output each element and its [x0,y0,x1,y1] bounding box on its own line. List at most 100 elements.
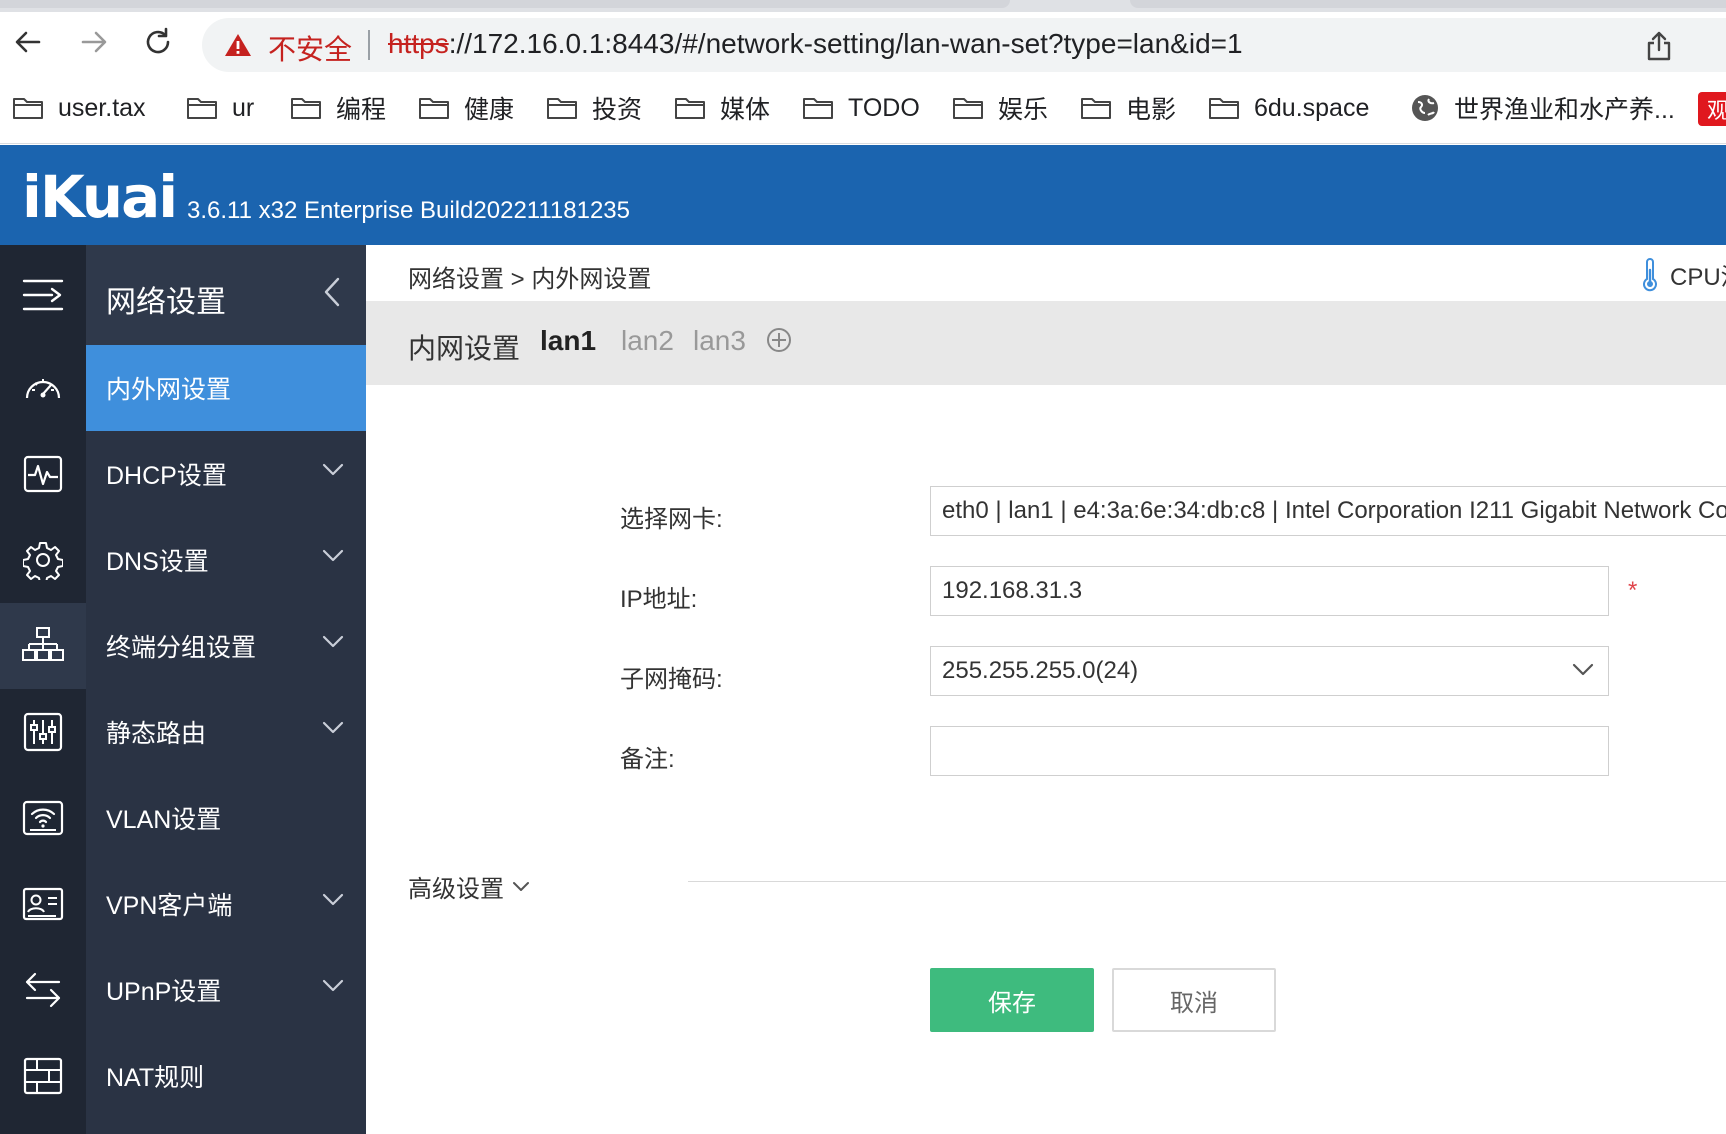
sidebar-item[interactable]: 终端分组设置 [86,603,366,689]
bookmark-item[interactable]: TODO [802,88,920,128]
sidebar-icon-dashboard-icon[interactable] [0,345,86,431]
sidebar-item-label: DHCP设置 [106,462,227,490]
bookmark-label: 世界渔业和水产养... [1454,96,1675,124]
ip-address-input[interactable]: 192.168.31.3 [930,566,1609,616]
bookmark-item[interactable]: 电影 [1080,88,1176,128]
breadcrumb: 网络设置 > 内外网设置 [408,266,652,293]
chevron-left-icon[interactable] [322,275,342,309]
sidebar-icon-wifi-box-icon[interactable] [0,775,86,861]
main-content: 网络设置 > 内外网设置 CPU温 内网设置 lan1 lan2 lan3 选择… [366,245,1726,1134]
sidebar-icon-pulse-monitor-icon[interactable] [0,431,86,517]
sidebar-item[interactable]: NAT规则 [86,1033,366,1119]
sidebar-item[interactable]: VPN客户端 [86,861,366,947]
sidebar-icon-grid-table-icon[interactable] [0,1033,86,1119]
ikuai-logo[interactable]: iKuai [22,163,178,231]
sidebar-title: 网络设置 [106,286,226,319]
bookmark-label: 健康 [464,96,515,124]
tabs-bar: 内网设置 lan1 lan2 lan3 [366,301,1726,385]
sidebar-item-label: 终端分组设置 [106,634,257,662]
sidebar-icon-transfer-arrows-icon[interactable] [0,947,86,1033]
grid-table-icon [23,1057,63,1095]
sidebar-icon-id-card-icon[interactable] [0,861,86,947]
address-bar[interactable]: 不安全 https://172.16.0.1:8443/#/network-se… [202,18,1726,72]
bookmark-label: 媒体 [720,96,771,124]
app-header: iKuai 3.6.11 x32 Enterprise Build2022111… [0,145,1726,245]
bookmark-item[interactable]: 媒体 [674,88,770,128]
security-status[interactable]: 不安全 [268,28,352,68]
remark-input[interactable] [930,726,1609,776]
bookmark-item[interactable]: ur [186,88,254,128]
back-button[interactable] [10,24,46,60]
dashboard-icon [25,379,61,399]
sidebar-item-label: VPN客户端 [106,892,233,920]
sidebar-icon-org-chart-icon[interactable] [0,603,86,689]
chevron-down-icon [322,463,344,476]
sidebar-icon-gear-icon[interactable] [0,517,86,603]
bookmark-favicon-item[interactable]: 观 [1698,92,1726,126]
bookmark-label: TODO [848,93,920,122]
bookmark-item[interactable]: user.tax [12,88,146,128]
sidebar-item[interactable]: DHCP设置 [86,431,366,517]
bookmark-label: ur [232,93,255,122]
sidebar-item[interactable]: DNS设置 [86,517,366,603]
version-text: 3.6.11 x32 Enterprise Build202211181235 [187,197,631,224]
sidebar-icon-sliders-icon[interactable] [0,689,86,775]
tab-lan3[interactable]: lan3 [693,325,746,357]
mask-value: 255.255.255.0(24) [942,657,1139,684]
chevron-down-icon [322,549,344,562]
warning-icon [225,34,251,56]
bookmark-item[interactable]: 健康 [418,88,514,128]
globe-icon [1412,95,1438,121]
divider [368,30,370,60]
url-text[interactable]: https://172.16.0.1:8443/#/network-settin… [388,28,1243,60]
subnet-mask-select[interactable]: 255.255.255.0(24) [930,646,1609,696]
nic-select[interactable]: eth0 | lan1 | e4:3a:6e:34:db:c8 | Intel … [930,486,1726,536]
required-mark: * [1628,577,1638,604]
cancel-button[interactable]: 取消 [1112,968,1276,1032]
sidebar-item[interactable]: 内外网设置 [86,345,366,431]
reload-button[interactable] [140,24,176,60]
chevron-down-icon [322,979,344,992]
breadcrumb-bar: 网络设置 > 内外网设置 CPU温 [366,245,1726,301]
save-button[interactable]: 保存 [930,968,1094,1032]
bookmark-item[interactable]: 编程 [290,88,386,128]
folder-icon [419,98,449,119]
sidebar-header: 网络设置 [86,245,366,345]
tab-lan1[interactable]: lan1 [540,325,596,357]
wifi-box-icon [22,800,64,836]
bookmark-item[interactable]: 世界渔业和水产养... [1410,88,1675,128]
advanced-settings-toggle[interactable]: 高级设置 [408,869,530,904]
sidebar: 网络设置 内外网设置 DHCP设置 DNS设置终端分组设置静态路由 VLAN设置 VPN… [0,245,366,1134]
chevron-down-icon [322,893,344,906]
ip-value: 192.168.31.3 [942,577,1083,604]
bookmark-item[interactable]: 投资 [546,88,642,128]
divider [688,881,1726,882]
sidebar-item[interactable]: 静态路由 [86,689,366,775]
browser-tab[interactable] [0,0,1010,8]
bookmark-item[interactable]: 6du.space [1208,88,1369,128]
add-tab-icon[interactable] [766,327,792,353]
browser-tab[interactable] [1130,0,1726,8]
transfer-arrows-icon [25,972,61,1008]
tab-lan2[interactable]: lan2 [621,325,674,357]
folder-icon [1081,98,1111,119]
bookmark-item[interactable]: 娱乐 [952,88,1048,128]
sidebar-icon-rail [0,245,86,1134]
sliders-icon [23,712,63,752]
chevron-down-icon [322,721,344,734]
sidebar-item[interactable]: UPnP设置 [86,947,366,1033]
sidebar-item[interactable]: VLAN设置 [86,775,366,861]
gear-icon [23,542,63,580]
browser-tab-strip [0,0,1726,12]
sidebar-item-label: UPnP设置 [106,978,222,1006]
forward-button[interactable] [76,24,112,60]
menu-toggle-button[interactable] [0,245,86,345]
folder-icon [187,98,217,119]
nic-label: 选择网卡: [620,506,723,533]
tab-group-title: 内网设置 [408,333,521,364]
back-arrow-icon [15,31,41,53]
bookmarks-bar: user.tax ur 编程 健康 投资 媒体 TODO 娱乐 电影 6du.space 世界渔业和… [0,76,1726,144]
menu-collapse-icon [22,279,64,311]
mask-label: 子网掩码: [620,666,723,693]
share-icon[interactable] [1646,31,1672,61]
